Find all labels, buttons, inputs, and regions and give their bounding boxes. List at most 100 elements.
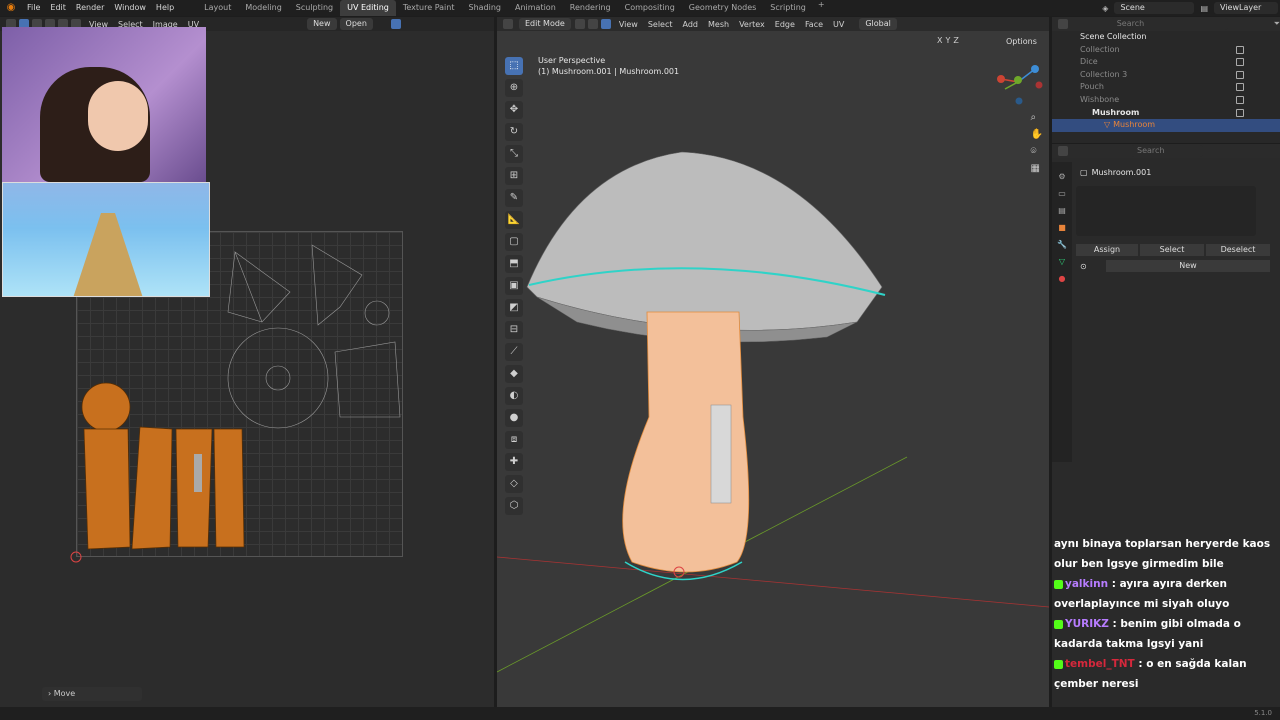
- pan-hand-icon[interactable]: ✋: [1031, 129, 1043, 140]
- deselect-button[interactable]: Deselect: [1206, 244, 1270, 256]
- outliner-item-mushroom-collection[interactable]: Mushroom: [1052, 107, 1280, 120]
- assign-button[interactable]: Assign: [1076, 244, 1138, 256]
- menu-render[interactable]: Render: [71, 0, 109, 16]
- open-image-button[interactable]: Open: [339, 18, 373, 30]
- tab-animation[interactable]: Animation: [508, 0, 563, 16]
- chat-message: aynı binaya toplarsan heryerde kaos olur…: [1054, 534, 1280, 574]
- modifier-tab-icon[interactable]: 🔧: [1052, 240, 1072, 249]
- gizmo-neg-x-icon: [1035, 81, 1043, 89]
- object-name-label: Mushroom.001: [1091, 168, 1152, 177]
- menu-file[interactable]: File: [22, 0, 45, 16]
- properties-type-icon[interactable]: [1058, 146, 1068, 156]
- outliner-scene-collection[interactable]: Scene Collection: [1052, 31, 1280, 44]
- tab-layout[interactable]: Layout: [197, 0, 238, 16]
- outliner-item-collection[interactable]: Collection: [1052, 44, 1280, 57]
- render-tab-icon[interactable]: ▭: [1052, 189, 1072, 198]
- tab-compositing[interactable]: Compositing: [618, 0, 682, 16]
- mesh-object-icon: ▽: [1104, 120, 1111, 130]
- last-operator-label: Move: [53, 689, 76, 698]
- chat-user: YURIKZ: [1065, 618, 1109, 630]
- last-operator-panel[interactable]: › Move: [42, 687, 142, 701]
- stream-chat: aynı binaya toplarsan heryerde kaos olur…: [1054, 534, 1280, 704]
- scene-controls: ◈ Scene ▤ ViewLayer: [1102, 0, 1280, 16]
- tab-modeling[interactable]: Modeling: [238, 0, 288, 16]
- camera-view-icon[interactable]: ⌾: [1031, 146, 1043, 157]
- new-image-button[interactable]: New: [307, 18, 337, 30]
- outliner-search[interactable]: Search: [1110, 18, 1228, 30]
- chat-message: tembel_TNT : o en sağda kalan çember ner…: [1054, 654, 1280, 694]
- outliner-header: Search ⏷: [1052, 17, 1280, 31]
- material-tab-icon[interactable]: ●: [1052, 274, 1072, 283]
- zoom-icon[interactable]: ⌕: [1031, 112, 1043, 123]
- stem-unselected-face: [710, 404, 732, 504]
- outliner-item-mushroom-object[interactable]: ▽ Mushroom: [1052, 119, 1280, 132]
- menu-help[interactable]: Help: [151, 0, 179, 16]
- material-icon: ▢: [1080, 168, 1088, 177]
- tab-rendering[interactable]: Rendering: [563, 0, 618, 16]
- chat-message: YURIKZ : benim gibi olmada o kadarda tak…: [1054, 614, 1280, 654]
- game-track: [73, 213, 143, 296]
- exclude-checkbox[interactable]: [1236, 70, 1244, 79]
- outliner-item-label: Mushroom: [1092, 107, 1140, 117]
- mushroom-mesh: [497, 151, 1049, 673]
- scene-selector[interactable]: Scene: [1114, 2, 1195, 14]
- menu-window[interactable]: Window: [109, 0, 151, 16]
- filter-icon[interactable]: ⏷: [1274, 19, 1280, 29]
- 3d-viewport[interactable]: Edit Mode View Select Add Mesh Vertex Ed…: [497, 17, 1049, 707]
- ortho-toggle-icon[interactable]: ▦: [1031, 163, 1043, 174]
- outliner-item-wishbone[interactable]: Wishbone: [1052, 94, 1280, 107]
- chat-message: yalkinn : ayıra ayıra derken overlaplayı…: [1054, 574, 1280, 614]
- material-slot-name: ▢ Mushroom.001: [1080, 168, 1151, 177]
- exclude-checkbox[interactable]: [1236, 95, 1244, 104]
- properties-search[interactable]: Search: [1131, 145, 1203, 157]
- outliner-item-label: Collection 3: [1080, 69, 1128, 79]
- material-slot-list[interactable]: [1076, 186, 1256, 236]
- chat-user: yalkinn: [1065, 578, 1109, 590]
- menu-edit[interactable]: Edit: [45, 0, 71, 16]
- object-tab-icon[interactable]: ■: [1052, 223, 1072, 232]
- exclude-checkbox[interactable]: [1236, 45, 1244, 54]
- exclude-checkbox[interactable]: [1236, 58, 1244, 67]
- outliner-item-pouch[interactable]: Pouch: [1052, 81, 1280, 94]
- tab-geometry-nodes[interactable]: Geometry Nodes: [682, 0, 763, 16]
- tab-sculpting[interactable]: Sculpting: [289, 0, 340, 16]
- data-tab-icon[interactable]: ▽: [1052, 257, 1072, 266]
- workspace-tabs: Layout Modeling Sculpting UV Editing Tex…: [197, 0, 829, 16]
- blender-logo-icon[interactable]: ◉: [4, 1, 18, 15]
- outliner-type-icon[interactable]: [1058, 19, 1068, 29]
- mushroom-cap: [526, 151, 883, 331]
- outliner-item-dice[interactable]: Dice: [1052, 56, 1280, 69]
- new-material-button[interactable]: New: [1106, 260, 1270, 272]
- kick-badge-icon: [1054, 619, 1063, 629]
- status-bar: 5.1.0: [0, 707, 1280, 720]
- exclude-checkbox[interactable]: [1236, 83, 1244, 92]
- scene-icon: ◈: [1102, 3, 1109, 13]
- tab-scripting[interactable]: Scripting: [763, 0, 813, 16]
- select-button[interactable]: Select: [1140, 244, 1204, 256]
- navigation-gizmo[interactable]: [993, 57, 1043, 109]
- exclude-checkbox[interactable]: [1236, 108, 1244, 117]
- game-overlay: [2, 182, 210, 297]
- output-tab-icon[interactable]: ▤: [1052, 206, 1072, 215]
- material-browse-icon[interactable]: ⊙: [1080, 262, 1087, 271]
- tool-tab-icon[interactable]: ⚙: [1052, 172, 1072, 181]
- properties-tabs: ⚙ ▭ ▤ ■ 🔧 ▽ ●: [1052, 162, 1072, 462]
- outliner-item-label: Wishbone: [1080, 94, 1120, 104]
- outliner-item-label: Pouch: [1080, 82, 1104, 92]
- tab-shading[interactable]: Shading: [461, 0, 508, 16]
- outliner-item-label: Collection: [1080, 44, 1120, 54]
- outliner-item-collection-3[interactable]: Collection 3: [1052, 69, 1280, 82]
- x-axis-line: [497, 556, 1049, 608]
- top-menu-bar: ◉ File Edit Render Window Help Layout Mo…: [0, 0, 1280, 16]
- version-label: 5.1.0: [1254, 709, 1272, 717]
- outliner[interactable]: Search ⏷ Scene Collection Collection Dic…: [1052, 17, 1280, 143]
- outliner-item-label: Mushroom: [1113, 120, 1156, 130]
- webcam-face: [88, 81, 148, 151]
- tab-texture-paint[interactable]: Texture Paint: [396, 0, 462, 16]
- add-workspace-icon[interactable]: +: [813, 0, 830, 16]
- gizmo-y-icon: [1014, 76, 1022, 84]
- streamer-webcam: [2, 27, 206, 182]
- uv-overlay-icon[interactable]: [390, 19, 401, 29]
- view-layer-selector[interactable]: ViewLayer: [1214, 2, 1278, 14]
- tab-uv-editing[interactable]: UV Editing: [340, 0, 396, 16]
